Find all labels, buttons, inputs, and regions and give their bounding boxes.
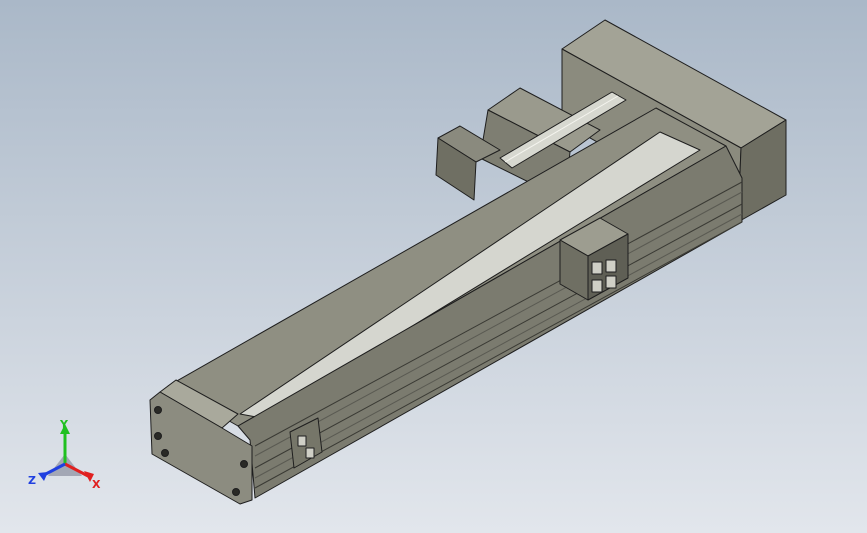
z-axis-label: Z — [28, 474, 36, 487]
end-cap-screw-hole — [154, 432, 162, 440]
coordinate-triad: Y X Z — [28, 418, 101, 491]
x-axis-label: X — [92, 478, 101, 491]
model-view[interactable] — [0, 0, 867, 533]
end-cap-screw-hole — [232, 488, 240, 496]
carriage-bolt — [591, 261, 603, 275]
end-cap-screw-hole — [161, 449, 169, 457]
cad-graphics-viewport[interactable]: Y X Z — [0, 0, 867, 533]
y-axis-label: Y — [59, 418, 69, 431]
end-cap-screw-hole — [154, 406, 162, 414]
carriage-bolt — [605, 259, 617, 273]
carriage-bolt — [605, 275, 617, 289]
carriage-bolt — [591, 279, 603, 293]
end-cap-screw-hole — [240, 460, 248, 468]
z-axis-arrowhead — [38, 472, 48, 481]
